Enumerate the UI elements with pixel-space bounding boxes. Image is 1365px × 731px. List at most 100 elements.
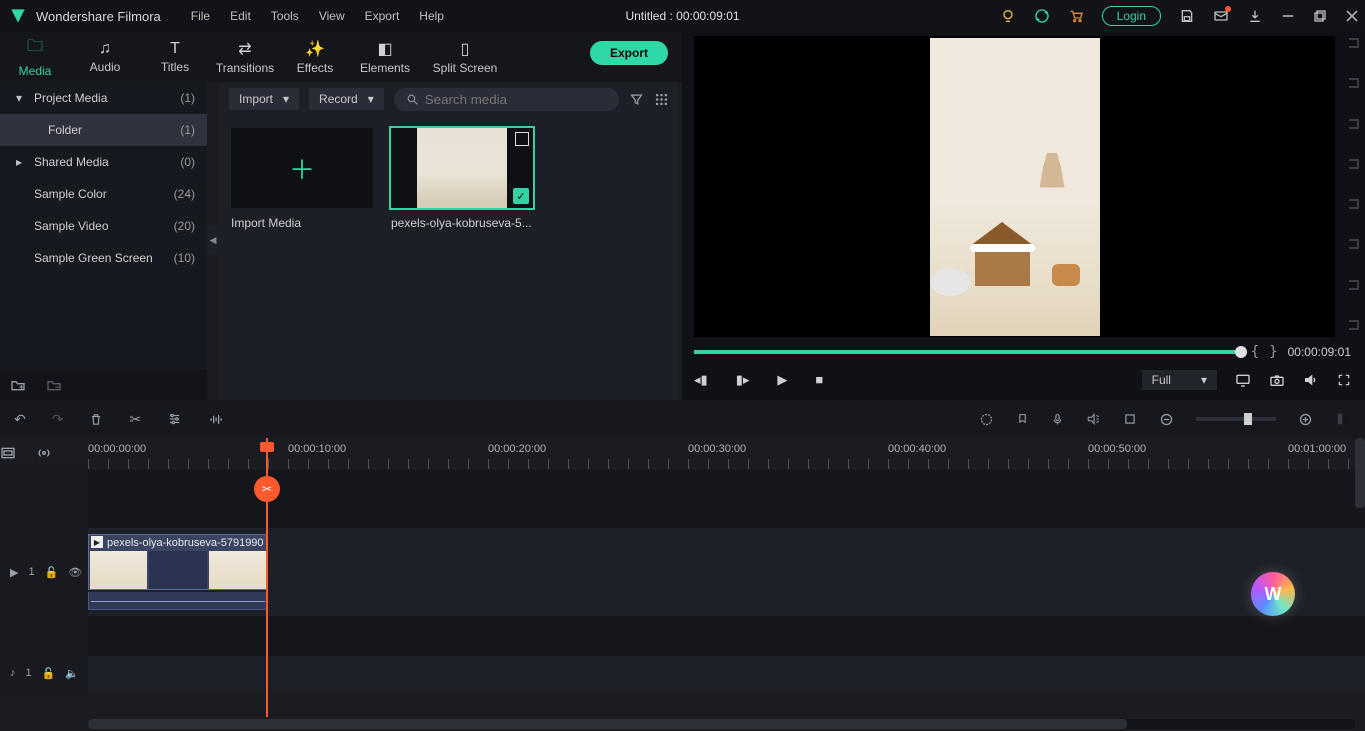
menu-edit[interactable]: Edit: [230, 9, 251, 23]
clip-audio-strip[interactable]: [88, 592, 268, 610]
play-icon[interactable]: ▶: [777, 372, 787, 388]
sidebar-shared-media[interactable]: ▸ Shared Media (0): [0, 146, 207, 178]
step-back-icon[interactable]: ◂▮: [694, 372, 708, 388]
support-icon[interactable]: [1034, 8, 1050, 24]
timeline-ruler[interactable]: 00:00:00:00 00:00:10:00 00:00:20:00 00:0…: [88, 443, 1355, 469]
redo-icon[interactable]: ↷: [52, 411, 64, 428]
filter-icon[interactable]: [629, 92, 644, 107]
scrub-track[interactable]: [694, 350, 1241, 354]
record-dropdown[interactable]: Record ▾: [309, 88, 384, 110]
preview-canvas[interactable]: [694, 36, 1335, 337]
search-box[interactable]: [394, 88, 619, 111]
zoom-in-icon[interactable]: [1298, 412, 1313, 427]
manage-tracks-icon[interactable]: [0, 446, 36, 460]
audio-track-icon: ♪: [10, 667, 16, 679]
undo-icon[interactable]: ↶: [14, 411, 26, 428]
grid-view-icon[interactable]: [654, 92, 669, 107]
split-icon[interactable]: ✂: [129, 411, 141, 428]
titlebar-right: Login: [1000, 6, 1359, 26]
import-media-tile[interactable]: ＋ Import Media: [231, 128, 373, 230]
search-input[interactable]: [425, 92, 607, 107]
render-preview-icon[interactable]: [979, 412, 994, 427]
lock-icon[interactable]: 🔓: [45, 566, 59, 579]
delete-folder-icon[interactable]: [46, 378, 62, 392]
audio-mixer-icon[interactable]: [1086, 412, 1101, 426]
mark-in-icon[interactable]: {: [1251, 344, 1259, 360]
tab-label: Elements: [360, 61, 410, 75]
crop-icon[interactable]: [1123, 412, 1137, 426]
video-track-number: 1: [28, 566, 34, 578]
tab-media[interactable]: 🗀 Media: [0, 31, 70, 84]
sidebar-sample-color[interactable]: Sample Color (24): [0, 178, 207, 210]
sidebar-collapse-handle[interactable]: ◀: [207, 225, 219, 255]
message-icon[interactable]: [1213, 8, 1229, 24]
sidebar-sample-video[interactable]: Sample Video (20): [0, 210, 207, 242]
tab-transitions[interactable]: ⇄ Transitions: [210, 35, 280, 79]
export-button[interactable]: Export: [590, 41, 668, 65]
tab-elements[interactable]: ◧ Elements: [350, 35, 420, 79]
menu-help[interactable]: Help: [419, 9, 444, 23]
playhead-scissors-icon[interactable]: ✂: [254, 476, 280, 502]
volume-icon[interactable]: [1303, 373, 1319, 387]
sidebar-folder[interactable]: Folder (1): [0, 114, 207, 146]
playhead[interactable]: ✂: [266, 438, 268, 717]
tab-effects[interactable]: ✨ Effects: [280, 35, 350, 79]
window-minimize[interactable]: [1281, 9, 1295, 23]
tab-label: Effects: [297, 61, 333, 75]
quality-select[interactable]: Full ▾: [1142, 370, 1217, 390]
mark-out-icon[interactable]: }: [1269, 344, 1277, 360]
timeline-clip[interactable]: ▶ pexels-olya-kobruseva-5791990: [88, 534, 268, 590]
auto-ripple-icon[interactable]: [36, 446, 72, 460]
stop-icon[interactable]: ■: [815, 372, 823, 388]
download-icon[interactable]: [1247, 8, 1263, 24]
step-forward-icon[interactable]: ▮▸: [736, 372, 750, 388]
tab-split-screen[interactable]: ▯ Split Screen: [420, 35, 510, 79]
mute-icon[interactable]: 🔈: [65, 667, 79, 680]
zoom-fit-icon[interactable]: [1335, 411, 1351, 427]
marker-icon[interactable]: [1016, 412, 1029, 427]
tips-icon[interactable]: [1000, 8, 1016, 24]
window-close[interactable]: [1345, 9, 1359, 23]
adjustments-icon[interactable]: [167, 412, 182, 426]
sidebar-label: Sample Color: [34, 187, 174, 201]
fullscreen-icon[interactable]: [1337, 373, 1351, 387]
clip-type-icon: [515, 132, 529, 146]
zoom-slider[interactable]: [1196, 417, 1276, 421]
voiceover-icon[interactable]: [1051, 412, 1064, 427]
ruler-timecode: 00:00:30:00: [688, 443, 746, 455]
audio-track-body[interactable]: [88, 656, 1365, 690]
transport-bar: ◂▮ ▮▸ ▶ ■ Full ▾: [694, 366, 1351, 394]
media-bin: Import ▾ Record ▾ ＋ Import Media: [219, 82, 679, 400]
zoom-slider-handle[interactable]: [1244, 413, 1252, 425]
menu-tools[interactable]: Tools: [271, 9, 299, 23]
media-clip-tile[interactable]: ✓ pexels-olya-kobruseva-5...: [391, 128, 533, 230]
sidebar-project-media[interactable]: ▾ Project Media (1): [0, 82, 207, 114]
lock-icon[interactable]: 🔓: [42, 667, 56, 680]
menu-export[interactable]: Export: [365, 9, 400, 23]
cart-icon[interactable]: [1068, 8, 1084, 24]
audio-adjust-icon[interactable]: [208, 412, 223, 427]
scrub-timecode: 00:00:09:01: [1288, 345, 1351, 359]
snapshot-icon[interactable]: [1269, 373, 1285, 387]
menu-file[interactable]: File: [191, 9, 210, 23]
window-maximize[interactable]: [1313, 9, 1327, 23]
menu-view[interactable]: View: [319, 9, 345, 23]
chevron-down-icon: ▾: [283, 92, 289, 106]
clip-thumbnail: [417, 128, 507, 208]
display-icon[interactable]: [1235, 373, 1251, 387]
timeline-vertical-scrollbar[interactable]: [1355, 438, 1365, 508]
save-icon[interactable]: [1179, 8, 1195, 24]
new-folder-icon[interactable]: [10, 378, 26, 392]
delete-icon[interactable]: [89, 412, 103, 427]
zoom-out-icon[interactable]: [1159, 412, 1174, 427]
tab-audio[interactable]: ♫ Audio: [70, 36, 140, 78]
timeline-horizontal-scrollbar[interactable]: [88, 719, 1355, 729]
tab-titles[interactable]: T Titles: [140, 36, 210, 78]
video-track-body[interactable]: ▶ pexels-olya-kobruseva-5791990: [88, 528, 1365, 616]
sidebar-sample-green-screen[interactable]: Sample Green Screen (10): [0, 242, 207, 274]
login-button[interactable]: Login: [1102, 6, 1161, 26]
import-dropdown[interactable]: Import ▾: [229, 88, 299, 110]
scrollbar-thumb[interactable]: [88, 719, 1127, 729]
scrub-handle[interactable]: [1235, 346, 1247, 358]
visibility-icon[interactable]: 👁: [68, 566, 82, 579]
